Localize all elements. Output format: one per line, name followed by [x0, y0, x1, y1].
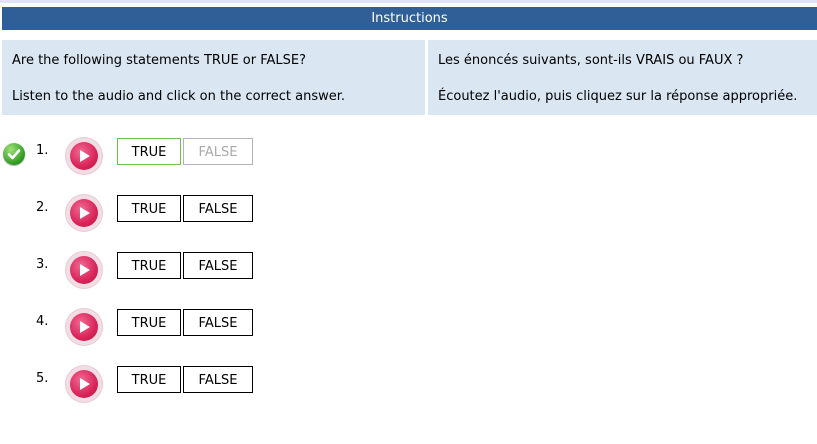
- check-circle-icon: [3, 143, 25, 165]
- false-button[interactable]: FALSE: [183, 252, 253, 279]
- true-button[interactable]: TRUE: [117, 252, 181, 279]
- play-audio-button[interactable]: [66, 138, 102, 174]
- question-number: 3.: [36, 257, 49, 272]
- play-audio-button[interactable]: [66, 252, 102, 288]
- question-row: 4. TRUE FALSE: [0, 309, 300, 354]
- false-button[interactable]: FALSE: [183, 366, 253, 393]
- play-icon: [70, 256, 98, 284]
- play-icon: [70, 199, 98, 227]
- true-button[interactable]: TRUE: [117, 195, 181, 222]
- instruction-fr-line-1: Les énoncés suivants, sont-ils VRAIS ou …: [438, 53, 744, 68]
- question-number: 2.: [36, 200, 49, 215]
- play-audio-button[interactable]: [66, 195, 102, 231]
- play-audio-button[interactable]: [66, 366, 102, 402]
- question-row: 5. TRUE FALSE: [0, 366, 300, 411]
- play-audio-button[interactable]: [66, 309, 102, 345]
- question-number: 5.: [36, 371, 49, 386]
- false-button[interactable]: FALSE: [183, 309, 253, 336]
- question-number: 1.: [36, 143, 49, 158]
- top-divider: [0, 0, 817, 3]
- play-icon: [70, 313, 98, 341]
- false-button[interactable]: FALSE: [183, 195, 253, 222]
- question-row: 1. TRUE FALSE: [0, 138, 300, 183]
- question-number: 4.: [36, 314, 49, 329]
- false-button[interactable]: FALSE: [183, 138, 253, 165]
- play-icon: [70, 370, 98, 398]
- instructions-french: Les énoncés suivants, sont-ils VRAIS ou …: [428, 40, 817, 115]
- true-button[interactable]: TRUE: [117, 366, 181, 393]
- instruction-en-line-2: Listen to the audio and click on the cor…: [12, 89, 346, 104]
- play-icon: [70, 142, 98, 170]
- instruction-en-line-1: Are the following statements TRUE or FAL…: [12, 53, 307, 68]
- question-row: 2. TRUE FALSE: [0, 195, 300, 240]
- instructions-header: Instructions: [2, 7, 817, 30]
- question-row: 3. TRUE FALSE: [0, 252, 300, 297]
- instruction-fr-line-2: Écoutez l'audio, puis cliquez sur la rép…: [438, 89, 798, 104]
- true-button[interactable]: TRUE: [117, 138, 181, 165]
- instructions-english: Are the following statements TRUE or FAL…: [2, 40, 425, 115]
- true-button[interactable]: TRUE: [117, 309, 181, 336]
